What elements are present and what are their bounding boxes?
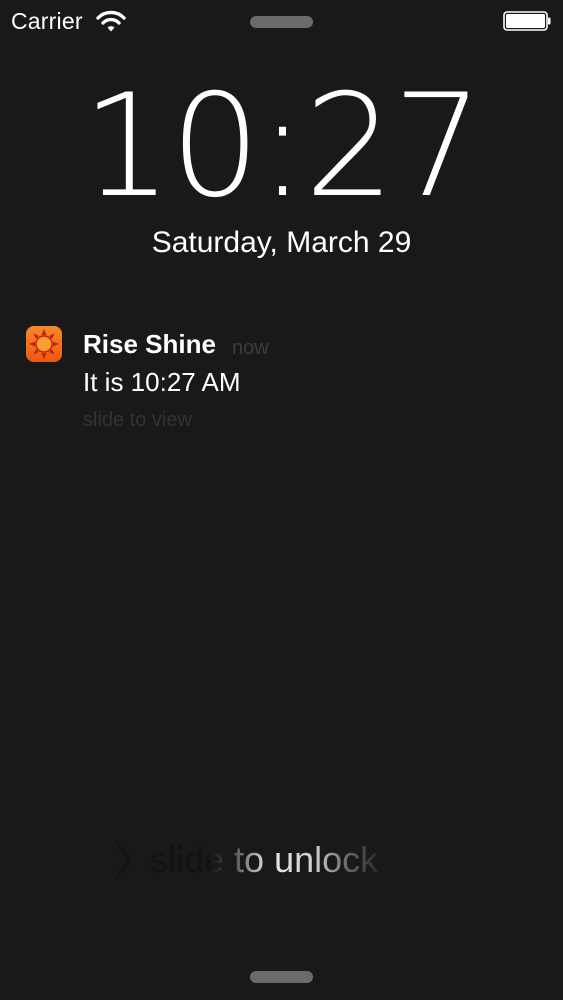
wifi-icon — [96, 10, 126, 32]
control-center-grabber[interactable] — [250, 971, 313, 983]
notification-timestamp: now — [232, 337, 269, 359]
lock-screen-date: Saturday, March 29 — [151, 226, 412, 259]
notification-app-name: Rise Shine — [83, 329, 216, 359]
slide-to-unlock-slider[interactable]: slide to unlock — [108, 838, 438, 882]
notification-message: It is 10:27 AM — [83, 367, 241, 397]
sun-icon — [26, 326, 62, 362]
notification-slide-hint: slide to view — [83, 409, 192, 431]
notification-banner[interactable]: Rise Shine now It is 10:27 AM slide to v… — [26, 326, 546, 436]
notification-center-grabber[interactable] — [250, 16, 313, 28]
chevron-right-icon — [114, 840, 132, 880]
clock-time: 10:27 — [81, 64, 483, 229]
battery-icon — [503, 11, 551, 31]
lock-screen-clock: 10:27 — [0, 72, 563, 222]
slide-to-unlock-label: slide to unlock — [150, 839, 379, 880]
carrier-label: Carrier — [11, 8, 83, 34]
